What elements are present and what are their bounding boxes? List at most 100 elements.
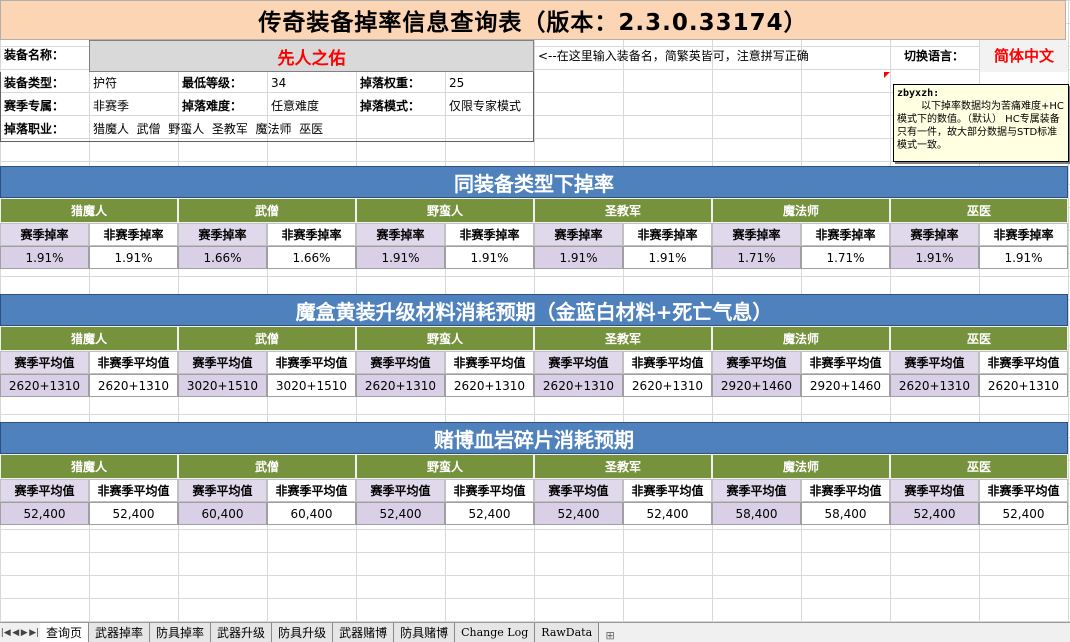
cube-upgrade-title[interactable]: 魔盒黄装升级材料消耗预期（金蓝白材料+死亡气息） [0,294,1068,326]
class-header-cell[interactable]: 魔法师 [712,454,890,479]
sheet-tab[interactable]: 武器升级 [211,623,273,642]
season-value-cell[interactable]: 2620+1310 [0,374,89,397]
class-header-cell[interactable]: 武僧 [178,326,356,351]
season-column-header[interactable]: 赛季掉率 [178,223,267,246]
nonseason-value-cell[interactable]: 52,400 [623,502,712,525]
drop-rate-title[interactable]: 同装备类型下掉率 [0,166,1068,198]
nonseason-column-header[interactable]: 非赛季平均值 [267,351,356,374]
class-header-cell[interactable]: 圣教军 [534,454,712,479]
sheet-tab[interactable]: Change Log [455,623,536,642]
nonseason-value-cell[interactable]: 60,400 [267,502,356,525]
nonseason-value-cell[interactable]: 1.91% [89,246,178,269]
season-column-header[interactable]: 赛季平均值 [178,479,267,502]
season-value-cell[interactable]: 2920+1460 [712,374,801,397]
season-column-header[interactable]: 赛季掉率 [712,223,801,246]
season-value-cell[interactable]: 3020+1510 [178,374,267,397]
nonseason-column-header[interactable]: 非赛季平均值 [89,479,178,502]
class-header-cell[interactable]: 巫医 [890,326,1068,351]
nonseason-column-header[interactable]: 非赛季平均值 [445,351,534,374]
sheet-tab[interactable]: RawData [535,623,600,642]
sheet-tab[interactable]: 武器赌博 [333,623,395,642]
nonseason-value-cell[interactable]: 2620+1310 [445,374,534,397]
class-header-cell[interactable]: 圣教军 [534,326,712,351]
season-value-cell[interactable]: 1.91% [0,246,89,269]
drop-weight-value[interactable]: 25 [445,72,464,95]
nonseason-value-cell[interactable]: 3020+1510 [267,374,356,397]
season-column-header[interactable]: 赛季掉率 [890,223,979,246]
nonseason-value-cell[interactable]: 52,400 [979,502,1068,525]
nonseason-column-header[interactable]: 非赛季掉率 [801,223,890,246]
season-value-cell[interactable]: 60,400 [178,502,267,525]
sheet-title-cell[interactable]: 传奇装备掉率信息查询表（版本：2.3.0.33174） [0,0,1066,40]
nonseason-column-header[interactable]: 非赛季平均值 [801,351,890,374]
class-header-cell[interactable]: 野蛮人 [356,198,534,223]
season-column-header[interactable]: 赛季平均值 [890,351,979,374]
season-value-cell[interactable]: 1.91% [534,246,623,269]
season-column-header[interactable]: 赛季平均值 [712,479,801,502]
season-value-cell[interactable]: 58,400 [712,502,801,525]
nonseason-column-header[interactable]: 非赛季平均值 [267,479,356,502]
min-level-value[interactable]: 34 [267,72,286,95]
equipment-name-input[interactable] [90,41,533,71]
season-value-cell[interactable]: 2620+1310 [890,374,979,397]
spreadsheet-grid[interactable]: 传奇装备掉率信息查询表（版本：2.3.0.33174） 装备名称： <--在这里… [0,0,1070,622]
difficulty-value[interactable]: 任意难度 [267,95,319,118]
nonseason-value-cell[interactable]: 2620+1310 [623,374,712,397]
season-value-cell[interactable]: 52,400 [534,502,623,525]
class-header-cell[interactable]: 魔法师 [712,326,890,351]
season-column-header[interactable]: 赛季平均值 [534,351,623,374]
nonseason-value-cell[interactable]: 1.91% [445,246,534,269]
season-value-cell[interactable]: 1.91% [890,246,979,269]
class-header-cell[interactable]: 野蛮人 [356,326,534,351]
drop-mode-value[interactable]: 仅限专家模式 [445,95,521,118]
comment-indicator-icon[interactable] [884,72,890,78]
nonseason-value-cell[interactable]: 52,400 [89,502,178,525]
prev-sheet-icon[interactable]: ◀ [12,628,19,638]
nonseason-column-header[interactable]: 非赛季掉率 [89,223,178,246]
nonseason-column-header[interactable]: 非赛季平均值 [623,479,712,502]
nonseason-value-cell[interactable]: 1.91% [979,246,1068,269]
next-sheet-icon[interactable]: ▶ [21,628,28,638]
season-column-header[interactable]: 赛季掉率 [356,223,445,246]
season-column-header[interactable]: 赛季平均值 [0,351,89,374]
nonseason-column-header[interactable]: 非赛季掉率 [979,223,1068,246]
nonseason-value-cell[interactable]: 2620+1310 [979,374,1068,397]
nonseason-value-cell[interactable]: 2920+1460 [801,374,890,397]
nonseason-column-header[interactable]: 非赛季掉率 [267,223,356,246]
season-column-header[interactable]: 赛季平均值 [890,479,979,502]
nonseason-column-header[interactable]: 非赛季平均值 [979,351,1068,374]
class-header-cell[interactable]: 猎魔人 [0,454,178,479]
gamble-title[interactable]: 赌博血岩碎片消耗预期 [0,422,1068,454]
season-column-header[interactable]: 赛季平均值 [178,351,267,374]
nonseason-value-cell[interactable]: 1.91% [623,246,712,269]
season-column-header[interactable]: 赛季平均值 [712,351,801,374]
nonseason-column-header[interactable]: 非赛季平均值 [445,479,534,502]
season-value-cell[interactable]: 1.66% [178,246,267,269]
insert-sheet-icon[interactable]: ⊞ [599,629,621,642]
season-value-cell[interactable]: 1.91% [356,246,445,269]
first-sheet-icon[interactable]: |◀ [1,628,11,638]
last-sheet-icon[interactable]: ▶| [29,628,39,638]
season-value-cell[interactable]: 52,400 [356,502,445,525]
season-column-header[interactable]: 赛季掉率 [534,223,623,246]
type-value[interactable]: 护符 [89,72,117,95]
class-header-cell[interactable]: 武僧 [178,454,356,479]
language-selector[interactable]: 简体中文 [980,40,1068,72]
nonseason-column-header[interactable]: 非赛季掉率 [623,223,712,246]
season-value-cell[interactable]: 52,400 [890,502,979,525]
sheet-tab[interactable]: 防具升级 [272,623,334,642]
season-column-header[interactable]: 赛季平均值 [0,479,89,502]
season-value-cell[interactable]: 2620+1310 [534,374,623,397]
season-column-header[interactable]: 赛季平均值 [356,351,445,374]
class-header-cell[interactable]: 猎魔人 [0,198,178,223]
nonseason-column-header[interactable]: 非赛季平均值 [623,351,712,374]
class-header-cell[interactable]: 武僧 [178,198,356,223]
season-column-header[interactable]: 赛季平均值 [356,479,445,502]
nonseason-column-header[interactable]: 非赛季掉率 [445,223,534,246]
class-header-cell[interactable]: 巫医 [890,198,1068,223]
sheet-tab[interactable]: 查询页 [40,623,90,642]
season-value-cell[interactable]: 52,400 [0,502,89,525]
season-value-cell[interactable]: 2620+1310 [356,374,445,397]
nonseason-column-header[interactable]: 非赛季平均值 [979,479,1068,502]
season-column-header[interactable]: 赛季掉率 [0,223,89,246]
